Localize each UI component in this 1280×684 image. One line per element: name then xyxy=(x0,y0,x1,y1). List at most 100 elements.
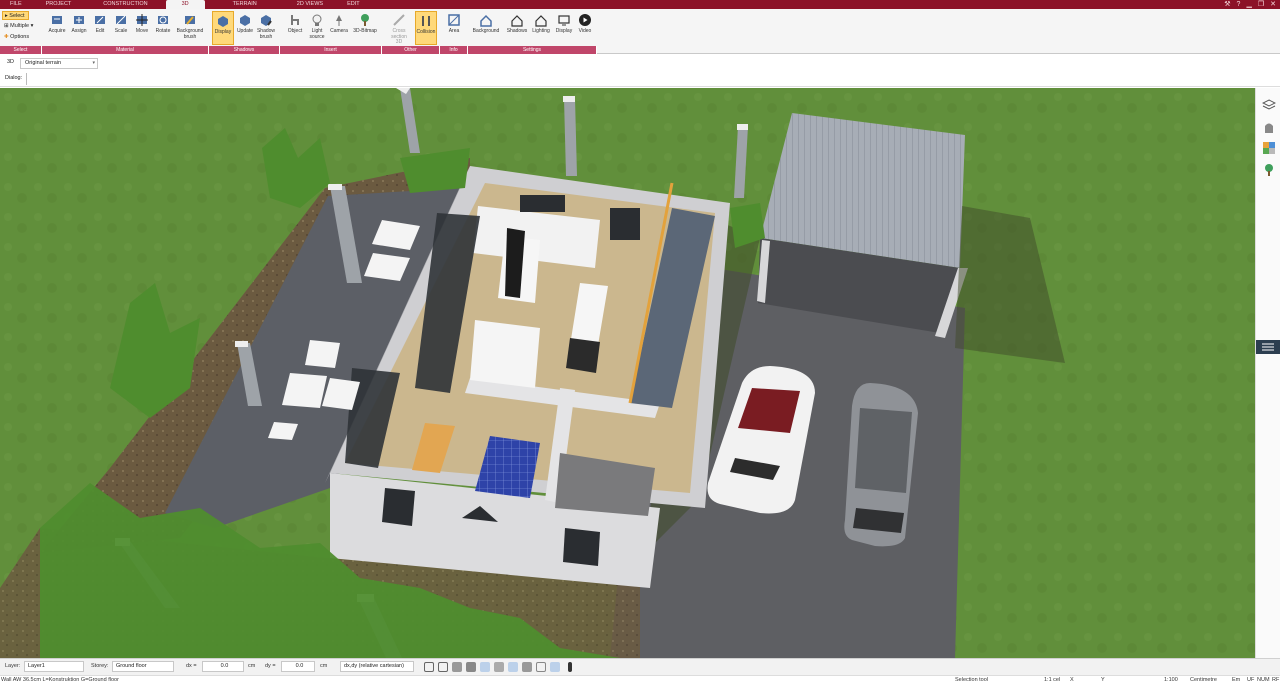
scale-text: 1:100 xyxy=(1164,677,1178,683)
area-button[interactable]: Area xyxy=(443,11,465,45)
grid-snap-icon[interactable] xyxy=(452,662,462,672)
terrain-select[interactable]: Original terrain ▾ xyxy=(20,58,98,69)
object-snap-icon[interactable] xyxy=(466,662,476,672)
tab-terrain[interactable]: TERRAIN xyxy=(205,0,285,9)
angle-snap-icon[interactable] xyxy=(480,662,490,672)
title-bar: FILE PROJECT CONSTRUCTION 3D TERRAIN 2D … xyxy=(0,0,1280,9)
monitor-icon xyxy=(558,15,570,26)
help-icon[interactable]: ? xyxy=(1237,0,1241,9)
layers-snap-icon[interactable] xyxy=(522,662,532,672)
3d-bitmap-button[interactable]: 3D-Bitmap xyxy=(350,11,380,45)
info-icon[interactable] xyxy=(568,662,572,672)
cross-section-icon xyxy=(393,14,405,26)
tab-project[interactable]: PROJECT xyxy=(32,0,86,9)
unit-text: Centimetre xyxy=(1190,677,1217,683)
display-settings-button[interactable]: Display xyxy=(553,11,575,45)
layer-value: Layer1 xyxy=(28,663,45,669)
scale-button[interactable]: Scale xyxy=(110,11,132,45)
object-button[interactable]: Object xyxy=(284,11,306,45)
dx-unit: cm xyxy=(248,663,256,669)
display-shadows-button[interactable]: Display xyxy=(212,11,234,45)
dy-input[interactable]: 0.0 xyxy=(281,661,315,672)
cube-refresh-icon xyxy=(240,15,250,26)
tab-3d[interactable]: 3D xyxy=(165,0,205,9)
move-button[interactable]: Move xyxy=(131,11,153,45)
insert-group-label: Insert xyxy=(280,46,382,54)
3d-scene[interactable] xyxy=(0,88,1255,658)
target-icon[interactable] xyxy=(550,662,560,672)
info-group-label: Info xyxy=(440,46,468,54)
material-group-label: Material xyxy=(42,46,209,54)
shadows-settings-button[interactable]: Shadows xyxy=(506,11,528,45)
assign-button[interactable]: Assign xyxy=(68,11,90,45)
collision-icon xyxy=(422,16,430,26)
tab-file[interactable]: FILE xyxy=(0,0,32,9)
light-source-button[interactable]: Light source xyxy=(306,11,328,45)
cross-section-3d-button[interactable]: Cross section 3D xyxy=(388,11,410,45)
dy-unit: cm xyxy=(320,663,328,669)
num-text: NUM xyxy=(1257,677,1270,683)
coord-mode-select[interactable]: dx,dy (relative cartesian) xyxy=(340,661,414,672)
storey-select[interactable]: Ground floor xyxy=(112,661,174,672)
assign-icon xyxy=(74,16,84,24)
other-group: Cross section 3D Collision Other xyxy=(382,9,440,54)
edit-material-button[interactable]: Edit xyxy=(89,11,111,45)
edit-icon xyxy=(95,16,105,24)
minimize-icon[interactable]: ▁ xyxy=(1246,0,1251,9)
patio-table xyxy=(282,373,327,408)
status-info-bar: Wall AW 36.5cm L=Konstruktion G=Ground f… xyxy=(0,675,1280,684)
lighting-settings-button[interactable]: Lighting xyxy=(530,11,552,45)
status-bar: Layer: Layer1 Storey: Ground floor dx = … xyxy=(0,658,1280,675)
camera-button[interactable]: Camera xyxy=(328,11,350,45)
background-brush-button[interactable]: Background brush xyxy=(173,11,207,45)
tools-icon[interactable]: ⚒ xyxy=(1224,0,1230,9)
furniture-icon[interactable] xyxy=(1262,120,1276,134)
chair-icon xyxy=(291,15,299,25)
tab-2d-views[interactable]: 2D VIEWS xyxy=(285,0,335,9)
tool-text: Selection tool xyxy=(955,677,989,683)
grid-icon[interactable] xyxy=(536,662,546,672)
3d-viewport[interactable] xyxy=(0,88,1255,658)
dx-value: 0.0 xyxy=(220,663,229,669)
collision-button[interactable]: Collision xyxy=(415,11,437,45)
select-group-label: Select xyxy=(0,46,42,54)
dialog-field[interactable] xyxy=(26,73,28,85)
shadows-group: Display Update Shadow brush Shadows xyxy=(209,9,280,54)
snap-icon[interactable] xyxy=(424,662,434,672)
house-shadow-icon xyxy=(511,15,523,27)
storey-value: Ground floor xyxy=(116,663,147,669)
select-button[interactable]: ▸ Select xyxy=(2,11,29,20)
close-icon[interactable]: ✕ xyxy=(1270,0,1276,9)
update-shadows-button[interactable]: Update xyxy=(234,11,256,45)
scale-ratio-text: 1:1 cel xyxy=(1044,677,1061,683)
ortho-icon[interactable] xyxy=(494,662,504,672)
dx-input[interactable]: 0.0 xyxy=(202,661,244,672)
options-button[interactable]: ✚ Options xyxy=(2,33,32,42)
shadow-brush-button[interactable]: Shadow brush xyxy=(255,11,277,45)
panel-toggle-icon[interactable] xyxy=(1256,340,1280,354)
layer-select[interactable]: Layer1 xyxy=(24,661,84,672)
tab-edit[interactable]: EDIT xyxy=(335,0,372,9)
monitor-snap-icon[interactable] xyxy=(438,662,448,672)
tab-construction[interactable]: CONSTRUCTION xyxy=(85,0,165,9)
multiple-button[interactable]: ⊞ Multiple ▾ xyxy=(2,22,36,31)
cube-icon xyxy=(218,16,228,27)
house-light-icon xyxy=(535,15,547,27)
plants-icon[interactable] xyxy=(1262,163,1276,177)
ribbon: ▸ Select ⊞ Multiple ▾ ✚ Options Select A… xyxy=(0,9,1280,54)
rotate-button[interactable]: Rotate xyxy=(152,11,174,45)
materials-icon[interactable] xyxy=(1262,141,1276,155)
layers-icon[interactable] xyxy=(1262,98,1276,112)
house-background-icon xyxy=(480,14,492,27)
y-label: Y xyxy=(1101,677,1105,683)
terrain-select-value: Original terrain xyxy=(25,60,62,66)
guide-icon[interactable] xyxy=(508,662,518,672)
restore-icon[interactable]: ❐ xyxy=(1258,0,1264,9)
window-north xyxy=(520,195,565,212)
insert-group: Object Light source Camera 3D-Bitmap Ins… xyxy=(280,9,382,54)
background-settings-button[interactable]: Background xyxy=(472,11,500,45)
select-group: ▸ Select ⊞ Multiple ▾ ✚ Options Select xyxy=(0,9,42,54)
video-button[interactable]: Video xyxy=(574,11,596,45)
acquire-button[interactable]: Acquire xyxy=(46,11,68,45)
settings-group: Background Shadows Lighting Display Vide… xyxy=(468,9,597,54)
